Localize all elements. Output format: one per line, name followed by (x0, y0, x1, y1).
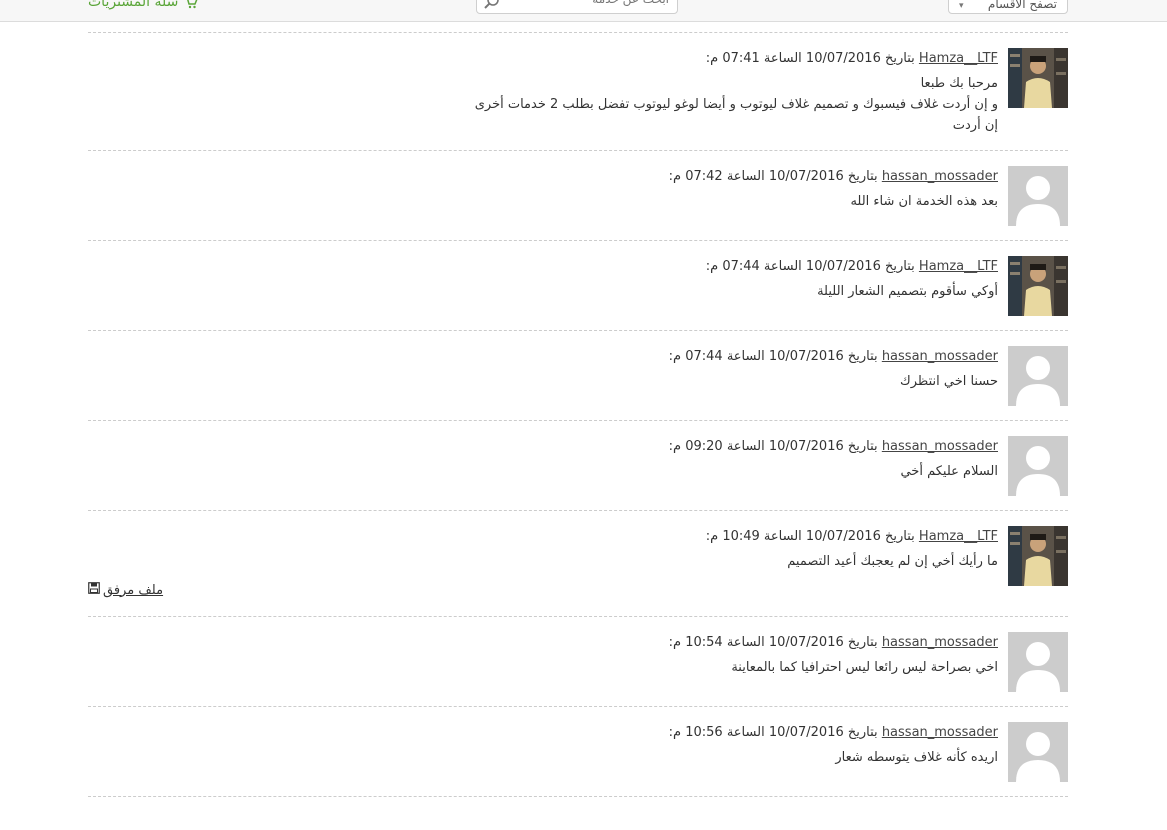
message-body: hassan_mossader بتاريخ 10/07/2016 الساعة… (88, 346, 998, 392)
chevron-down-icon: ▾ (959, 1, 964, 11)
message-text: حسنا اخي انتظرك (88, 371, 998, 392)
categories-label: تصفح الأقسام (987, 0, 1057, 11)
message-line: إن أردت (952, 118, 998, 133)
avatar[interactable] (1008, 632, 1068, 692)
cart-icon (187, 0, 198, 9)
message-body: hassan_mossader بتاريخ 10/07/2016 الساعة… (88, 436, 998, 482)
top-bar: سلة المشتريات تصفح الأقسام ▾ (0, 0, 1167, 22)
search-input[interactable] (507, 0, 675, 13)
author-link[interactable]: hassan_mossader (882, 725, 998, 740)
categories-dropdown[interactable]: تصفح الأقسام ▾ (948, 0, 1068, 14)
message-text: أوكي سأقوم بتصميم الشعار الليلة (88, 281, 998, 302)
message-item: hassan_mossader بتاريخ 10/07/2016 الساعة… (88, 150, 1068, 240)
message-timestamp: بتاريخ 10/07/2016 الساعة 10:54 م: (668, 635, 878, 650)
message-timestamp: بتاريخ 10/07/2016 الساعة 07:42 م: (668, 169, 878, 184)
search-box (476, 0, 678, 14)
author-link[interactable]: Hamza__LTF (919, 259, 998, 274)
message-body: Hamza__LTF بتاريخ 10/07/2016 الساعة 10:4… (88, 526, 998, 572)
author-link[interactable]: hassan_mossader (882, 439, 998, 454)
author-link[interactable]: hassan_mossader (882, 349, 998, 364)
message-meta: hassan_mossader بتاريخ 10/07/2016 الساعة… (88, 166, 998, 187)
message-item: hassan_mossader بتاريخ 10/07/2016 الساعة… (88, 706, 1068, 796)
message-text: السلام عليكم أخي (88, 461, 998, 482)
divider (88, 796, 1068, 797)
message-meta: Hamza__LTF بتاريخ 10/07/2016 الساعة 10:4… (88, 526, 998, 547)
message-body: hassan_mossader بتاريخ 10/07/2016 الساعة… (88, 166, 998, 212)
message-text: مرحبا بك طبعا و إن أردت غلاف فيسبوك و تصم… (88, 73, 998, 136)
message-text: اريده كأنه غلاف يتوسطه شعار (88, 747, 998, 768)
author-link[interactable]: Hamza__LTF (919, 529, 998, 544)
message-body: hassan_mossader بتاريخ 10/07/2016 الساعة… (88, 632, 998, 678)
attachment-row: ملف مرفق (88, 582, 1068, 602)
floppy-disk-icon (88, 582, 100, 598)
message-line: اخي بصراحة ليس رائعا ليس احترافيا كما با… (731, 660, 998, 675)
avatar[interactable] (1008, 436, 1068, 496)
message-meta: hassan_mossader بتاريخ 10/07/2016 الساعة… (88, 722, 998, 743)
author-link[interactable]: Hamza__LTF (919, 51, 998, 66)
message-line: حسنا اخي انتظرك (900, 374, 998, 389)
message-line: السلام عليكم أخي (900, 464, 998, 479)
message-body: Hamza__LTF بتاريخ 10/07/2016 الساعة 07:4… (88, 256, 998, 302)
cart-label: سلة المشتريات (88, 0, 179, 10)
message-meta: hassan_mossader بتاريخ 10/07/2016 الساعة… (88, 632, 998, 653)
message-thread: Hamza__LTF بتاريخ 10/07/2016 الساعة 07:4… (88, 32, 1068, 797)
avatar[interactable] (1008, 346, 1068, 406)
message-body: hassan_mossader بتاريخ 10/07/2016 الساعة… (88, 722, 998, 768)
attachment-link[interactable]: ملف مرفق (88, 582, 163, 598)
message-item: hassan_mossader بتاريخ 10/07/2016 الساعة… (88, 330, 1068, 420)
message-meta: hassan_mossader بتاريخ 10/07/2016 الساعة… (88, 436, 998, 457)
message-item: hassan_mossader بتاريخ 10/07/2016 الساعة… (88, 616, 1068, 706)
message-line: مرحبا بك طبعا (920, 76, 998, 91)
message-item: Hamza__LTF بتاريخ 10/07/2016 الساعة 07:4… (88, 32, 1068, 150)
message-line: اريده كأنه غلاف يتوسطه شعار (835, 750, 998, 765)
avatar[interactable] (1008, 48, 1068, 108)
message-line: أوكي سأقوم بتصميم الشعار الليلة (817, 284, 998, 299)
message-meta: Hamza__LTF بتاريخ 10/07/2016 الساعة 07:4… (88, 48, 998, 69)
message-meta: Hamza__LTF بتاريخ 10/07/2016 الساعة 07:4… (88, 256, 998, 277)
message-timestamp: بتاريخ 10/07/2016 الساعة 07:44 م: (705, 259, 915, 274)
attachment-label: ملف مرفق (103, 582, 164, 598)
message-body: Hamza__LTF بتاريخ 10/07/2016 الساعة 07:4… (88, 48, 998, 136)
avatar[interactable] (1008, 722, 1068, 782)
message-text: ما رأيك أخي إن لم يعجبك أعيد التصميم (88, 551, 998, 572)
message-timestamp: بتاريخ 10/07/2016 الساعة 10:56 م: (668, 725, 878, 740)
message-meta: hassan_mossader بتاريخ 10/07/2016 الساعة… (88, 346, 998, 367)
search-icon[interactable] (483, 0, 501, 11)
message-timestamp: بتاريخ 10/07/2016 الساعة 07:44 م: (668, 349, 878, 364)
message-timestamp: بتاريخ 10/07/2016 الساعة 10:49 م: (705, 529, 915, 544)
message-line: بعد هذه الخدمة ان شاء الله (850, 194, 998, 209)
avatar[interactable] (1008, 526, 1068, 586)
message-timestamp: بتاريخ 10/07/2016 الساعة 09:20 م: (668, 439, 878, 454)
message-line: ما رأيك أخي إن لم يعجبك أعيد التصميم (787, 554, 998, 569)
message-item: Hamza__LTF بتاريخ 10/07/2016 الساعة 07:4… (88, 240, 1068, 330)
author-link[interactable]: hassan_mossader (882, 635, 998, 650)
cart-link[interactable]: سلة المشتريات (88, 0, 198, 14)
message-text: بعد هذه الخدمة ان شاء الله (88, 191, 998, 212)
avatar[interactable] (1008, 256, 1068, 316)
message-timestamp: بتاريخ 10/07/2016 الساعة 07:41 م: (705, 51, 915, 66)
author-link[interactable]: hassan_mossader (882, 169, 998, 184)
message-item: Hamza__LTF بتاريخ 10/07/2016 الساعة 10:4… (88, 510, 1068, 616)
message-item: hassan_mossader بتاريخ 10/07/2016 الساعة… (88, 420, 1068, 510)
message-line: و إن أردت غلاف فيسبوك و تصميم غلاف ليوتو… (474, 97, 998, 112)
message-text: اخي بصراحة ليس رائعا ليس احترافيا كما با… (88, 657, 998, 678)
avatar[interactable] (1008, 166, 1068, 226)
